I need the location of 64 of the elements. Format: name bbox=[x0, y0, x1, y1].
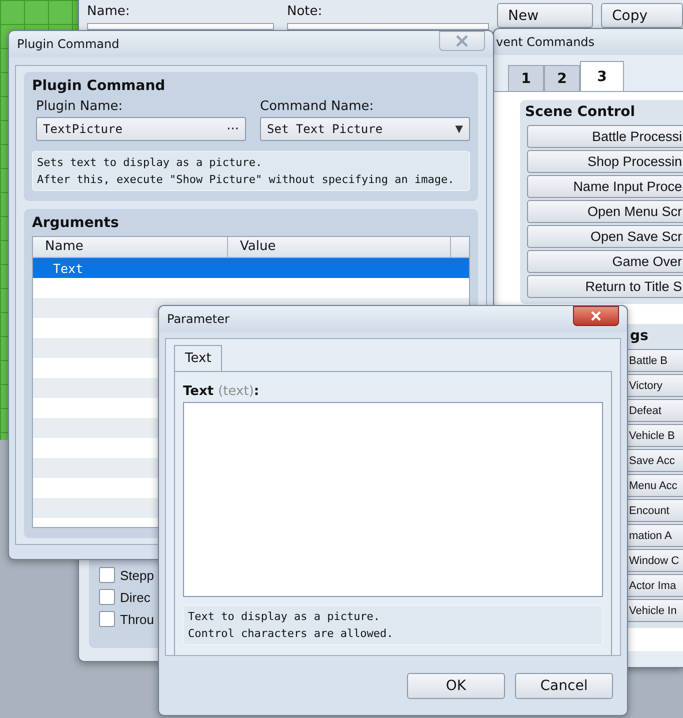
field-label: Command Name: bbox=[260, 99, 375, 114]
command-button[interactable]: Defeat bbox=[628, 399, 683, 422]
dropdown-value: Set Text Picture bbox=[267, 122, 383, 136]
text-field[interactable] bbox=[183, 402, 603, 597]
command-button[interactable]: Actor Ima bbox=[628, 574, 683, 597]
command-name-dropdown[interactable]: Set Text Picture ▼ bbox=[260, 117, 470, 141]
command-button[interactable]: Name Input Proce bbox=[527, 175, 683, 198]
dialog-button[interactable]: Cancel bbox=[515, 673, 613, 699]
column-header[interactable]: Value bbox=[228, 237, 451, 257]
note-label: Note: bbox=[287, 4, 322, 19]
option-label: Direc bbox=[120, 590, 150, 604]
option-label: Throu bbox=[120, 612, 154, 626]
group-title: gs bbox=[630, 328, 650, 344]
close-icon bbox=[455, 35, 469, 47]
window-title: Parameter bbox=[167, 312, 230, 326]
table-row[interactable]: Text bbox=[33, 258, 469, 278]
tab[interactable]: 1 bbox=[508, 65, 544, 91]
checkbox[interactable] bbox=[99, 611, 115, 627]
description-text: Control characters are allowed. bbox=[188, 627, 394, 640]
command-button[interactable]: Window C bbox=[628, 549, 683, 572]
command-button[interactable]: Shop Processin bbox=[527, 150, 683, 173]
toolbar-button[interactable]: New bbox=[497, 3, 593, 28]
command-button[interactable]: Victory bbox=[628, 374, 683, 397]
command-button[interactable]: Encount bbox=[628, 499, 683, 522]
description-text: After this, execute "Show Picture" without specifying an image. bbox=[37, 173, 456, 186]
name-label: Name: bbox=[87, 4, 130, 19]
plugin-name-field[interactable]: TextPicture ··· bbox=[36, 117, 246, 141]
command-button[interactable]: Open Menu Scr bbox=[527, 200, 683, 223]
command-button[interactable]: Open Save Scr bbox=[527, 225, 683, 248]
checkbox[interactable] bbox=[99, 567, 115, 583]
dialog-button[interactable]: OK bbox=[407, 673, 505, 699]
caret-icon: ▼ bbox=[455, 124, 463, 134]
command-button[interactable]: Vehicle B bbox=[628, 424, 683, 447]
command-button[interactable]: Vehicle In bbox=[628, 599, 683, 622]
group-title: Scene Control bbox=[525, 104, 636, 120]
checkbox[interactable] bbox=[99, 589, 115, 605]
command-button[interactable]: Battle Processi bbox=[527, 125, 683, 148]
description-text: Text to display as a picture. bbox=[188, 610, 382, 623]
window-title: vent Commands bbox=[496, 35, 595, 49]
table-cell-text: Text bbox=[52, 260, 84, 276]
field-label: Text (text): bbox=[183, 384, 260, 399]
command-button[interactable]: Return to Title S bbox=[527, 275, 683, 298]
note-field[interactable] bbox=[287, 23, 489, 30]
toolbar-button[interactable]: Copy bbox=[601, 3, 683, 28]
name-field[interactable] bbox=[87, 23, 274, 30]
command-button[interactable]: Save Acc bbox=[628, 449, 683, 472]
tab[interactable]: 2 bbox=[544, 65, 580, 91]
group-title: Arguments bbox=[32, 215, 120, 231]
command-button[interactable]: mation A bbox=[628, 524, 683, 547]
browse-button[interactable]: ··· bbox=[226, 122, 239, 136]
description-text: Sets text to display as a picture. bbox=[37, 156, 264, 169]
option-label: Stepp bbox=[120, 568, 154, 582]
field-value: TextPicture bbox=[43, 122, 122, 136]
command-button[interactable]: Battle B bbox=[628, 349, 683, 372]
close-icon bbox=[590, 311, 602, 321]
command-button[interactable]: Game Over bbox=[527, 250, 683, 273]
tab[interactable]: Text bbox=[174, 345, 222, 371]
close-button[interactable] bbox=[573, 306, 619, 326]
command-button[interactable]: Menu Acc bbox=[628, 474, 683, 497]
window-title: Plugin Command bbox=[17, 37, 120, 51]
field-label: Plugin Name: bbox=[36, 99, 124, 114]
group-title: Plugin Command bbox=[32, 78, 166, 94]
column-header[interactable]: Name bbox=[33, 237, 228, 257]
tab[interactable]: 3 bbox=[580, 61, 624, 91]
